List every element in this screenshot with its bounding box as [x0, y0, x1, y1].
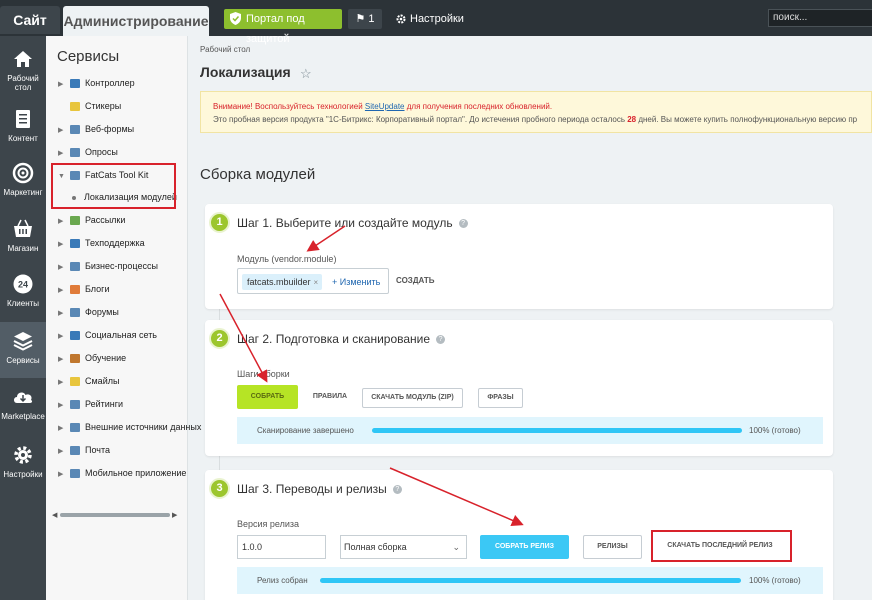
annotation-arrows: [219, 225, 524, 526]
annotation-arrow-module: [306, 225, 346, 252]
annotation-arrow-release: [389, 467, 524, 526]
annotation-arrow-build: [219, 293, 268, 383]
